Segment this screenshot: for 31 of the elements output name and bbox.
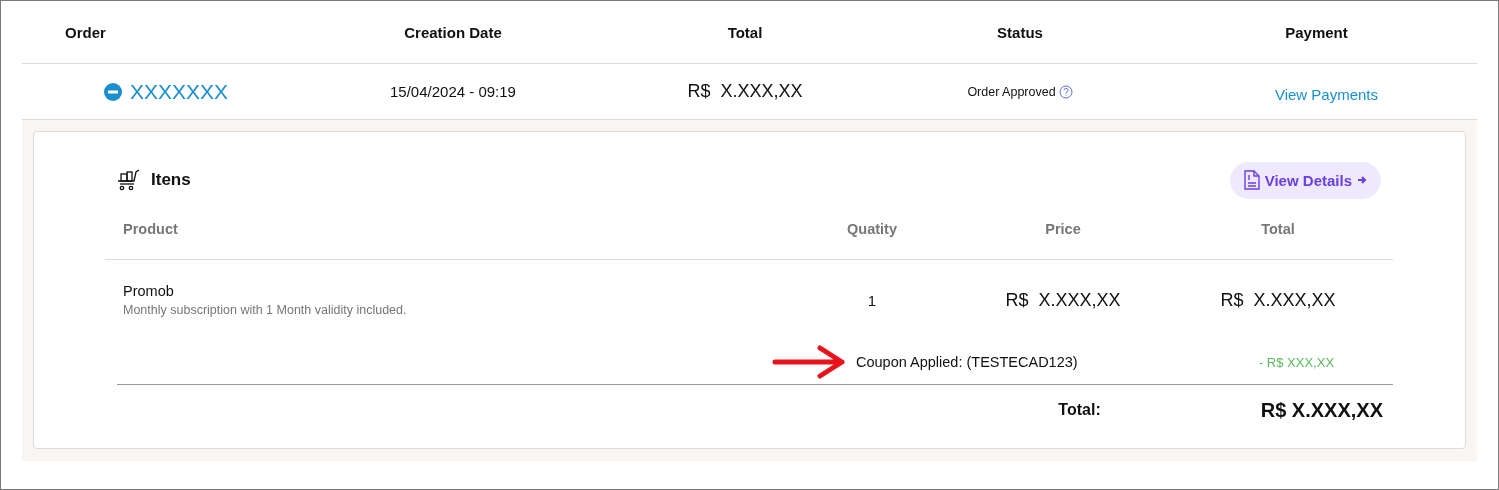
order-status: Order Approved — [967, 84, 1056, 99]
item-total: R$ X.XXX,XX — [1220, 289, 1336, 311]
column-header: Price — [1045, 221, 1081, 237]
items-title: Itens — [151, 170, 191, 190]
column-header: Total — [1261, 221, 1295, 237]
view-payments-link[interactable]: View Payments — [1254, 86, 1379, 103]
item-price: R$ X.XXX,XX — [1005, 289, 1121, 311]
column-header: Total — [727, 23, 763, 41]
column-header: Creation Date — [404, 23, 502, 41]
column-header: Payment — [1285, 23, 1348, 41]
column-header: Quatity — [847, 221, 897, 237]
help-icon[interactable] — [1058, 84, 1073, 99]
quantity: 1 — [867, 291, 877, 309]
arrow-icon — [772, 345, 848, 379]
product-description: Monthly subscription with 1 Month validity included. — [123, 303, 408, 317]
coupon-discount: - R$ XXX,XX — [1258, 354, 1335, 370]
collapse-icon[interactable] — [104, 82, 122, 101]
total-label: Total: — [1058, 401, 1101, 419]
view-details-button[interactable]: View Details — [1229, 161, 1381, 199]
product-name: Promob — [123, 283, 175, 299]
cart-icon — [117, 169, 141, 191]
arrow-right-icon — [1357, 175, 1367, 185]
order-link[interactable]: XXXXXXX — [130, 79, 229, 104]
column-header: Order — [64, 23, 106, 41]
column-header: Status — [997, 23, 1043, 41]
coupon-label: Coupon Applied: (TESTECAD123) — [856, 354, 1078, 370]
document-icon — [1243, 170, 1260, 190]
grand-total: R$ X.XXX,XX — [1260, 398, 1383, 422]
creation-date: 15/04/2024 - 09:19 — [390, 83, 516, 100]
order-total: R$ X.XXX,XX — [687, 81, 803, 102]
column-header: Product — [122, 221, 178, 237]
